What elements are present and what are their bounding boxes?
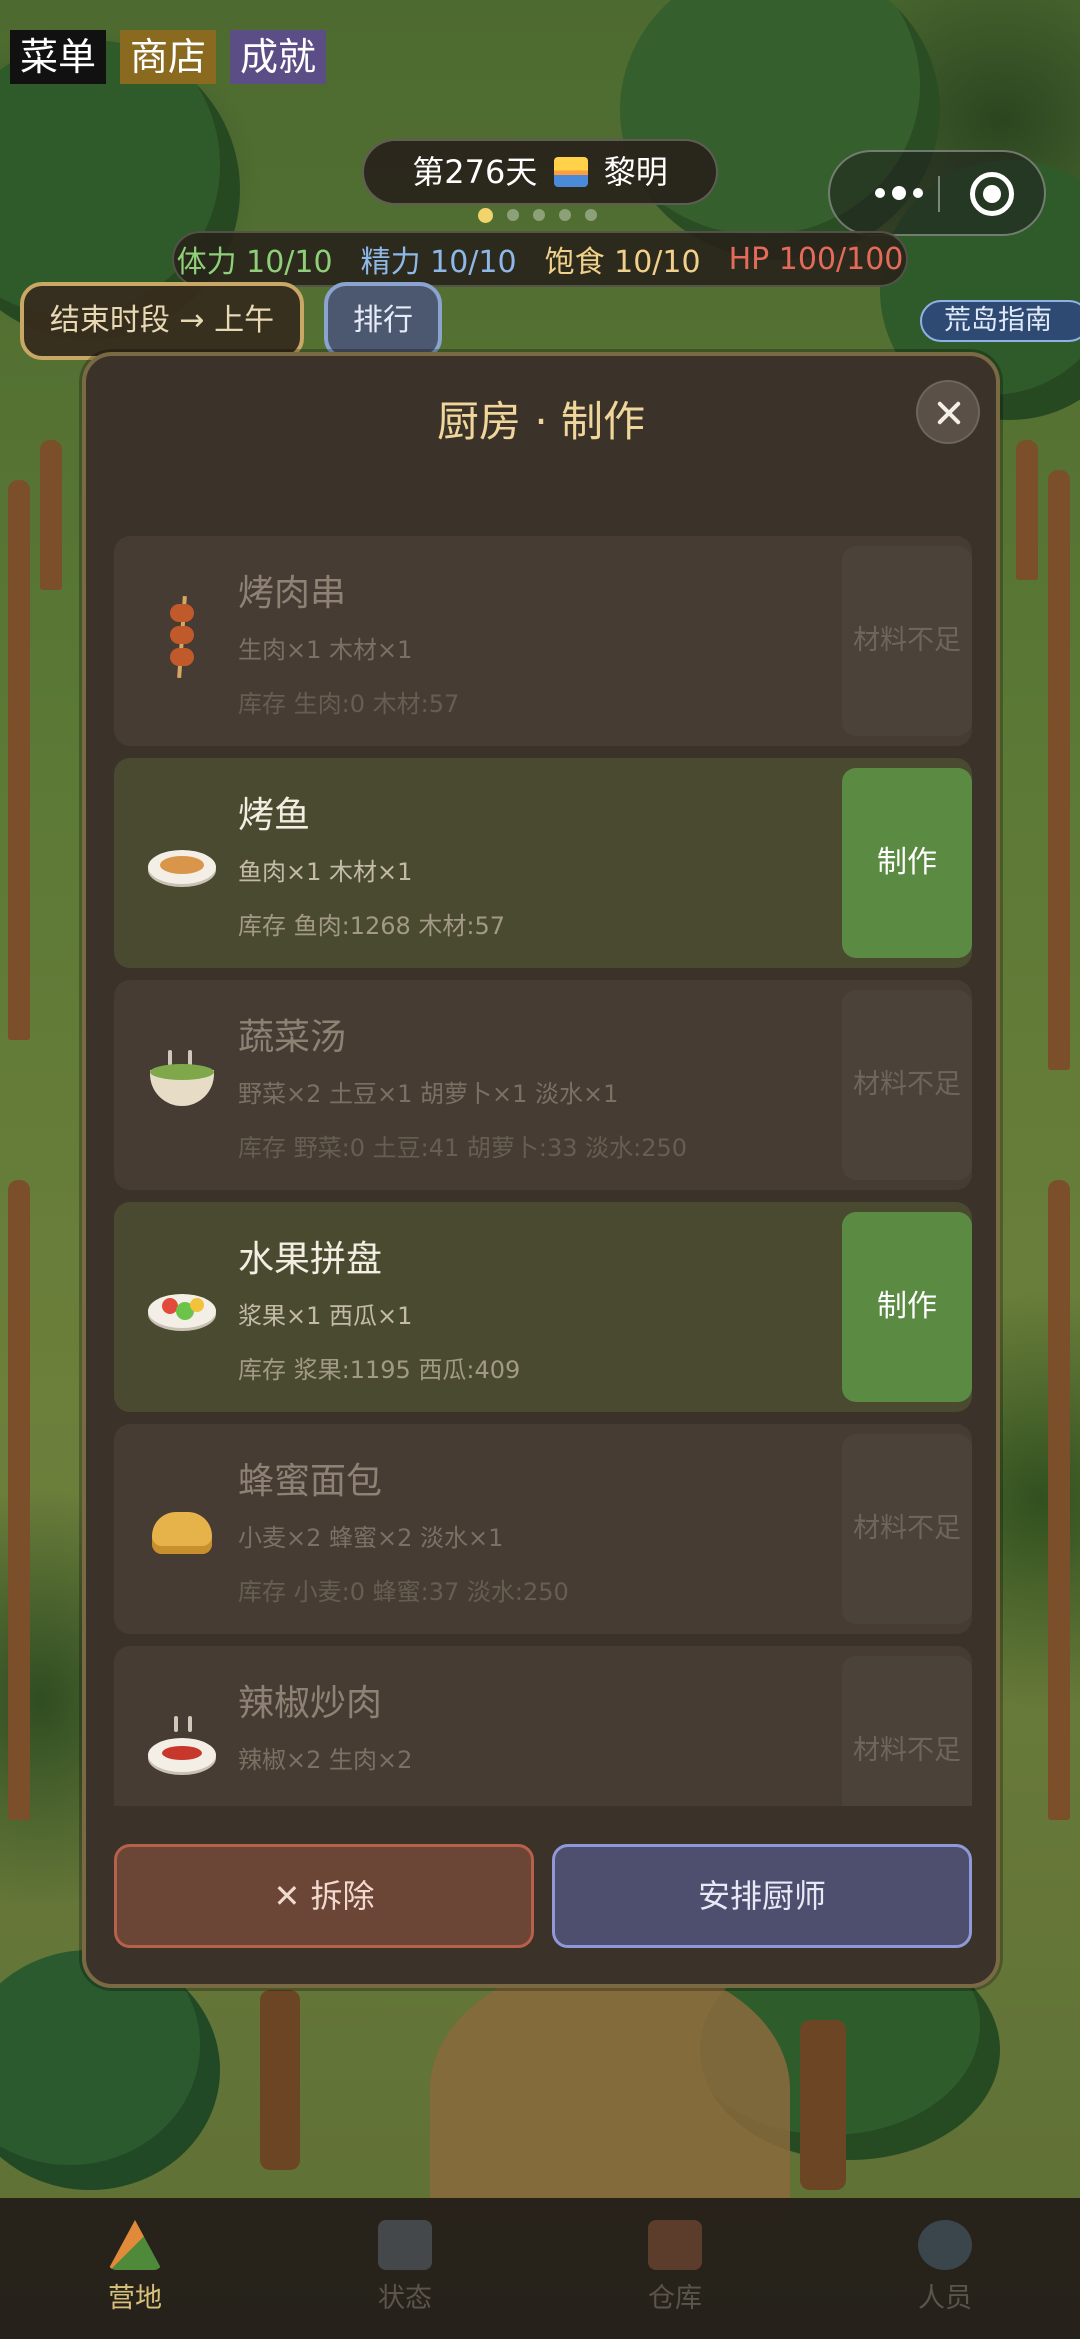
day-label: 第276天 [412, 153, 538, 191]
recipe-item: 烤肉串 生肉×1 木材×1 库存 生肉:0 木材:57 材料不足 [114, 536, 972, 746]
close-icon[interactable] [916, 380, 980, 444]
chili-pork-icon [144, 1708, 218, 1782]
tree-trunk [260, 1990, 300, 2170]
recipe-stock: 库存 野菜:0 土豆:41 胡萝卜:33 淡水:250 [238, 1134, 688, 1162]
hp-stat: HP 100/100 [728, 241, 904, 277]
recipe-name: 蔬菜汤 [238, 1017, 347, 1058]
assign-chef-button[interactable]: 安排厨师 [552, 1844, 972, 1948]
fruit-platter-icon [144, 1264, 218, 1338]
tree-trunk [800, 2020, 846, 2190]
close-miniprogram-icon[interactable] [970, 172, 1014, 216]
remove-button[interactable]: ✕ 拆除 [114, 1844, 534, 1948]
recipe-materials: 野菜×2 土豆×1 胡萝卜×1 淡水×1 [238, 1080, 619, 1108]
recipe-stock: 库存 小麦:0 蜂蜜:37 淡水:250 [238, 1578, 569, 1606]
recipe-materials: 鱼肉×1 木材×1 [238, 858, 413, 886]
recipe-name: 水果拼盘 [238, 1239, 383, 1280]
nav-people[interactable]: 人员 [810, 2198, 1080, 2339]
capsule-divider [938, 176, 940, 212]
insufficient-button[interactable]: 材料不足 [842, 546, 972, 736]
bottom-nav: 营地 状态 仓库 人员 [0, 2198, 1080, 2339]
fence [1016, 440, 1038, 580]
day-phase: 黎明 [603, 153, 668, 191]
camp-icon [108, 2220, 162, 2270]
nav-label: 人员 [918, 2283, 972, 2314]
nav-label: 营地 [108, 2283, 162, 2314]
shop-button[interactable]: 商店 [120, 30, 217, 84]
recipe-name: 烤肉串 [238, 573, 347, 614]
recipe-list[interactable]: 烤肉串 生肉×1 木材×1 库存 生肉:0 木材:57 材料不足 烤鱼 鱼肉×1… [114, 536, 972, 1806]
stats-bar: 体力 10/10 精力 10/10 饱食 10/10 HP 100/100 [172, 231, 908, 287]
achievements-button[interactable]: 成就 [230, 30, 327, 84]
recipe-item: 蔬菜汤 野菜×2 土豆×1 胡萝卜×1 淡水×1 库存 野菜:0 土豆:41 胡… [114, 980, 972, 1190]
recipe-stock: 库存 生肉:0 木材:57 [238, 690, 460, 718]
make-button[interactable]: 制作 [842, 768, 972, 958]
recipe-item: 辣椒炒肉 辣椒×2 生肉×2 材料不足 [114, 1646, 972, 1806]
skewer-icon [144, 595, 218, 679]
recipe-item: 烤鱼 鱼肉×1 木材×1 库存 鱼肉:1268 木材:57 制作 [114, 758, 972, 968]
modal-title: 厨房 · 制作 [436, 397, 646, 446]
page-dot [585, 209, 597, 221]
fence [40, 440, 62, 590]
recipe-stock: 库存 鱼肉:1268 木材:57 [238, 912, 506, 940]
recipe-name: 辣椒炒肉 [238, 1683, 383, 1724]
insufficient-button[interactable]: 材料不足 [842, 1656, 972, 1806]
recipe-materials: 生肉×1 木材×1 [238, 636, 413, 664]
recipe-item: 蜂蜜面包 小麦×2 蜂蜜×2 淡水×1 库存 小麦:0 蜂蜜:37 淡水:250… [114, 1424, 972, 1634]
nav-status[interactable]: 状态 [270, 2198, 540, 2339]
dirt-path [430, 1960, 790, 2220]
stamina-stat: 体力 10/10 [176, 245, 333, 280]
recipe-item: 水果拼盘 浆果×1 西瓜×1 库存 浆果:1195 西瓜:409 制作 [114, 1202, 972, 1412]
fence [8, 1180, 30, 1820]
kitchen-modal: 厨房 · 制作 烤肉串 生肉×1 木材×1 库存 生肉:0 木材:57 材料不足… [82, 352, 1000, 1988]
recipe-stock: 库存 浆果:1195 西瓜:409 [238, 1356, 521, 1384]
fence [1048, 470, 1070, 1070]
recipe-materials: 辣椒×2 生肉×2 [238, 1746, 413, 1774]
more-icon[interactable] [854, 152, 944, 234]
nav-label: 仓库 [648, 2283, 702, 2314]
honey-bread-icon [144, 1486, 218, 1560]
sunrise-icon [553, 157, 588, 187]
people-icon [918, 2220, 972, 2270]
ranking-button[interactable]: 排行 [324, 282, 442, 360]
box-icon [648, 2220, 702, 2270]
chart-icon [378, 2220, 432, 2270]
end-phase-button[interactable]: 结束时段 → 上午 [20, 282, 304, 360]
fence [8, 480, 30, 1040]
guide-button[interactable]: 荒岛指南 [920, 300, 1080, 342]
page-dot [533, 209, 545, 221]
menu-button[interactable]: 菜单 [10, 30, 107, 84]
page-dot-active [478, 208, 493, 223]
soup-bowl-icon [144, 1042, 218, 1116]
nav-camp[interactable]: 营地 [0, 2198, 270, 2339]
recipe-materials: 浆果×1 西瓜×1 [238, 1302, 413, 1330]
recipe-materials: 小麦×2 蜂蜜×2 淡水×1 [238, 1524, 504, 1552]
energy-stat: 精力 10/10 [360, 245, 517, 280]
grilled-fish-icon [144, 820, 218, 894]
insufficient-button[interactable]: 材料不足 [842, 1434, 972, 1624]
recipe-name: 蜂蜜面包 [238, 1461, 383, 1502]
fence [1048, 1180, 1070, 1820]
miniprogram-capsule [828, 150, 1046, 236]
nav-label: 状态 [378, 2283, 432, 2314]
satiety-stat: 饱食 10/10 [544, 245, 701, 280]
page-dot [507, 209, 519, 221]
page-dots [478, 208, 597, 223]
page-dot [559, 209, 571, 221]
make-button[interactable]: 制作 [842, 1212, 972, 1402]
nav-warehouse[interactable]: 仓库 [540, 2198, 810, 2339]
insufficient-button[interactable]: 材料不足 [842, 990, 972, 1180]
recipe-name: 烤鱼 [238, 795, 311, 836]
day-indicator: 第276天 黎明 [362, 139, 718, 205]
